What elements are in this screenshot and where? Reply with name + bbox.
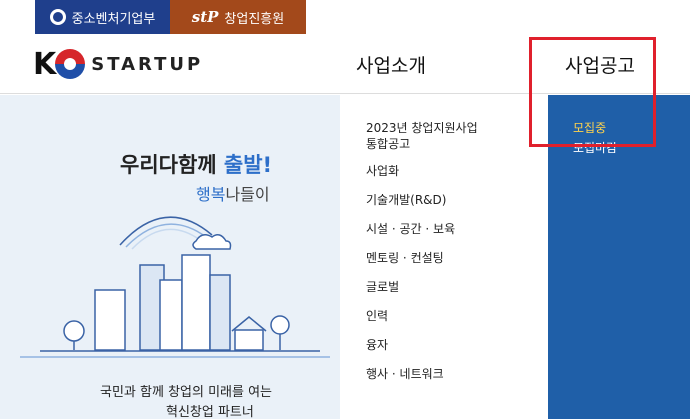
submenu-item-label: 통합공고 [366, 137, 411, 151]
submenu-item-workforce[interactable]: 인력 [366, 308, 478, 324]
hero-headline-highlight: 출발! [223, 153, 273, 177]
hero-subline-text: 나들이 [225, 185, 270, 204]
logo-wordmark: STARTUP [91, 53, 204, 75]
hero-slogan-line2: 혁신창업 파트너 [166, 405, 254, 420]
cloud-shape [192, 234, 232, 250]
kstartup-logo[interactable]: K STARTUP [33, 46, 204, 82]
submenu-item-events[interactable]: 행사 · 네트워크 [366, 366, 478, 382]
hero-headline: 우리다함께 출발! [120, 149, 272, 179]
highlight-box [529, 37, 656, 147]
house-roof [231, 316, 267, 332]
building [94, 289, 126, 351]
agency-link[interactable]: stP 창업진흥원 [170, 0, 306, 34]
hero-headline-text: 우리다함께 [120, 153, 224, 177]
submenu-list: 2023년 창업지원사업 통합공고 사업화 기술개발(R&D) 시설 · 공간 … [366, 120, 478, 395]
submenu-item-label: 2023년 창업지원사업 [366, 121, 478, 135]
tree [270, 315, 290, 335]
hero-banner: 우리다함께 출발! 행복나들이 국민과 함께 창업의 미래를 여는 혁신창업 파… [0, 95, 340, 420]
submenu-item-loan[interactable]: 융자 [366, 337, 478, 353]
submenu-item-facility[interactable]: 시설 · 공간 · 보육 [366, 221, 478, 237]
submenu-item-rnd[interactable]: 기술개발(R&D) [366, 192, 478, 208]
building [209, 274, 231, 351]
agency-logo-icon: stP [191, 8, 219, 26]
hero-slogan-line1: 국민과 함께 창업의 미래를 여는 [100, 385, 273, 400]
dropdown-submenu: 2023년 창업지원사업 통합공고 사업화 기술개발(R&D) 시설 · 공간 … [340, 95, 548, 419]
taeguk-icon [55, 49, 86, 79]
submenu-item-2023-integrated[interactable]: 2023년 창업지원사업 통합공고 [366, 120, 478, 152]
hero-subline: 행복나들이 [196, 181, 270, 205]
ministry-label: 중소벤처기업부 [71, 11, 156, 27]
ministry-emblem-icon [49, 9, 66, 25]
house [234, 329, 264, 351]
building [181, 254, 211, 351]
city-illustration [20, 216, 330, 358]
top-utility-bar: 중소벤처기업부 stP 창업진흥원 [0, 0, 690, 34]
tree [63, 320, 85, 342]
logo-k: K [33, 46, 56, 82]
submenu-item-global[interactable]: 글로벌 [366, 279, 478, 295]
agency-label: 창업진흥원 [224, 11, 285, 27]
nav-business-intro[interactable]: 사업소개 [356, 34, 426, 94]
building [159, 279, 183, 351]
hero-subline-highlight: 행복 [196, 185, 226, 204]
submenu-item-mentoring[interactable]: 멘토링 · 컨설팅 [366, 250, 478, 266]
submenu-item-commercialization[interactable]: 사업화 [366, 163, 478, 179]
ministry-link[interactable]: 중소벤처기업부 [35, 0, 170, 34]
